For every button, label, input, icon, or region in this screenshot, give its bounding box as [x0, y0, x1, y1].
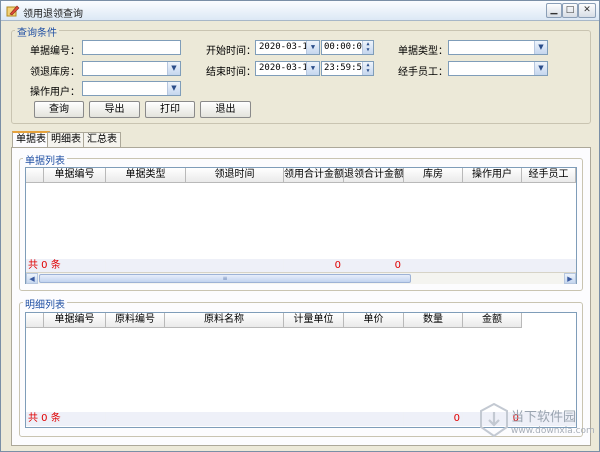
- warehouse-label: 领退库房：: [30, 67, 80, 78]
- doc-list-legend: 单据列表: [23, 152, 67, 167]
- warehouse-select[interactable]: ▼: [82, 61, 181, 76]
- chevron-down-icon[interactable]: ▼: [167, 82, 180, 95]
- operator-label: 操作用户：: [30, 87, 80, 98]
- column-header[interactable]: 单价: [344, 313, 404, 328]
- doc-list-header: 单据编号 单据类型 领退时间 领用合计金额 退领合计金额 库房 操作用户 经手员…: [26, 168, 576, 183]
- scroll-left-icon[interactable]: ◀: [26, 273, 38, 284]
- footer-cell: [404, 259, 576, 273]
- chevron-down-icon[interactable]: ▼: [167, 62, 180, 75]
- column-header[interactable]: 计量单位: [284, 313, 344, 328]
- column-header[interactable]: 经手员工: [522, 168, 576, 183]
- column-header[interactable]: 退领合计金额: [344, 168, 404, 183]
- maximize-button[interactable]: □: [562, 3, 578, 18]
- scroll-right-icon[interactable]: ▶: [564, 273, 576, 284]
- scroll-thumb[interactable]: ≡: [39, 274, 411, 283]
- exit-button[interactable]: 退出: [200, 101, 251, 118]
- minimize-button[interactable]: ▁: [546, 3, 562, 18]
- column-header[interactable]: 金额: [463, 313, 522, 328]
- start-date-picker[interactable]: 2020-03-11 ▼: [255, 40, 320, 55]
- doc-list-grid: 单据编号 单据类型 领退时间 领用合计金额 退领合计金额 库房 操作用户 经手员…: [25, 167, 577, 284]
- end-time-value: 23:59:59: [324, 63, 368, 73]
- start-time-value: 00:00:00: [324, 42, 368, 52]
- watermark-text: 当下软件园: [511, 410, 577, 425]
- chevron-down-icon[interactable]: ▼: [306, 62, 319, 75]
- window-title: 领用退领查询: [23, 9, 83, 20]
- doc-no-label: 单据编号：: [30, 46, 80, 57]
- end-time-spinner[interactable]: 23:59:59 ▲ ▼: [321, 61, 374, 76]
- handler-select[interactable]: ▼: [448, 61, 548, 76]
- doc-list-footer: 共 0 条 0 0: [26, 259, 576, 273]
- close-button[interactable]: ✕: [578, 3, 596, 18]
- query-button[interactable]: 查询: [34, 101, 84, 118]
- chevron-down-icon[interactable]: ▼: [534, 62, 547, 75]
- start-time-spinner[interactable]: 00:00:00 ▲ ▼: [321, 40, 374, 55]
- column-header[interactable]: 操作用户: [463, 168, 522, 183]
- operator-select[interactable]: ▼: [82, 81, 181, 96]
- detail-list-header: 单据编号 原料编号 原料名称 计量单位 单价 数量 金额: [26, 313, 522, 328]
- row-header-corner: [26, 168, 44, 183]
- spin-arrows-icon[interactable]: ▲ ▼: [362, 62, 373, 75]
- doc-no-input[interactable]: [82, 40, 181, 55]
- row-header-corner: [26, 313, 44, 328]
- footer-cell: [106, 412, 404, 426]
- column-header[interactable]: 单据编号: [44, 313, 106, 328]
- doc-list-hscroll[interactable]: ◀ ≡ ▶: [26, 272, 576, 284]
- chevron-down-icon[interactable]: ▼: [306, 41, 319, 54]
- column-header[interactable]: 领退时间: [186, 168, 284, 183]
- start-time-label: 开始时间：: [206, 46, 256, 57]
- qty-total: 0: [404, 412, 463, 426]
- column-header[interactable]: 库房: [404, 168, 463, 183]
- return-total: 0: [344, 259, 404, 273]
- column-header[interactable]: 原料编号: [106, 313, 165, 328]
- query-legend: 查询条件: [15, 24, 59, 39]
- row-count: 共 0 条: [26, 259, 106, 273]
- tab-doc-table[interactable]: 单据表: [12, 131, 50, 148]
- end-time-label: 结束时间：: [206, 67, 256, 78]
- footer-cell: [106, 259, 284, 273]
- column-header[interactable]: 单据类型: [106, 168, 186, 183]
- doc-type-label: 单据类型：: [398, 46, 448, 57]
- main-window: 领用退领查询 ▁ □ ✕ 查询条件 单据编号： 领退库房： ▼ 操作用户： ▼ …: [0, 0, 600, 452]
- column-header[interactable]: 单据编号: [44, 168, 106, 183]
- spin-arrows-icon[interactable]: ▲ ▼: [362, 41, 373, 54]
- watermark-url: www.downxia.com: [511, 426, 595, 436]
- doc-type-select[interactable]: ▼: [448, 40, 548, 55]
- print-button[interactable]: 打印: [145, 101, 195, 118]
- row-count: 共 0 条: [26, 412, 106, 426]
- tab-summary-table[interactable]: 汇总表: [83, 132, 121, 147]
- app-pencil-icon: [6, 5, 20, 17]
- watermark-logo-icon: [480, 403, 508, 437]
- column-header[interactable]: 数量: [404, 313, 463, 328]
- title-bar: 领用退领查询 ▁ □ ✕: [1, 1, 599, 21]
- detail-list-legend: 明细列表: [23, 296, 67, 311]
- tab-detail-table[interactable]: 明细表: [47, 132, 85, 147]
- chevron-down-icon[interactable]: ▼: [534, 41, 547, 54]
- column-header[interactable]: 原料名称: [165, 313, 284, 328]
- use-total: 0: [284, 259, 344, 273]
- end-date-picker[interactable]: 2020-03-11 ▼: [255, 61, 320, 76]
- handler-label: 经手员工：: [398, 67, 448, 78]
- column-header[interactable]: 领用合计金额: [284, 168, 344, 183]
- export-button[interactable]: 导出: [89, 101, 140, 118]
